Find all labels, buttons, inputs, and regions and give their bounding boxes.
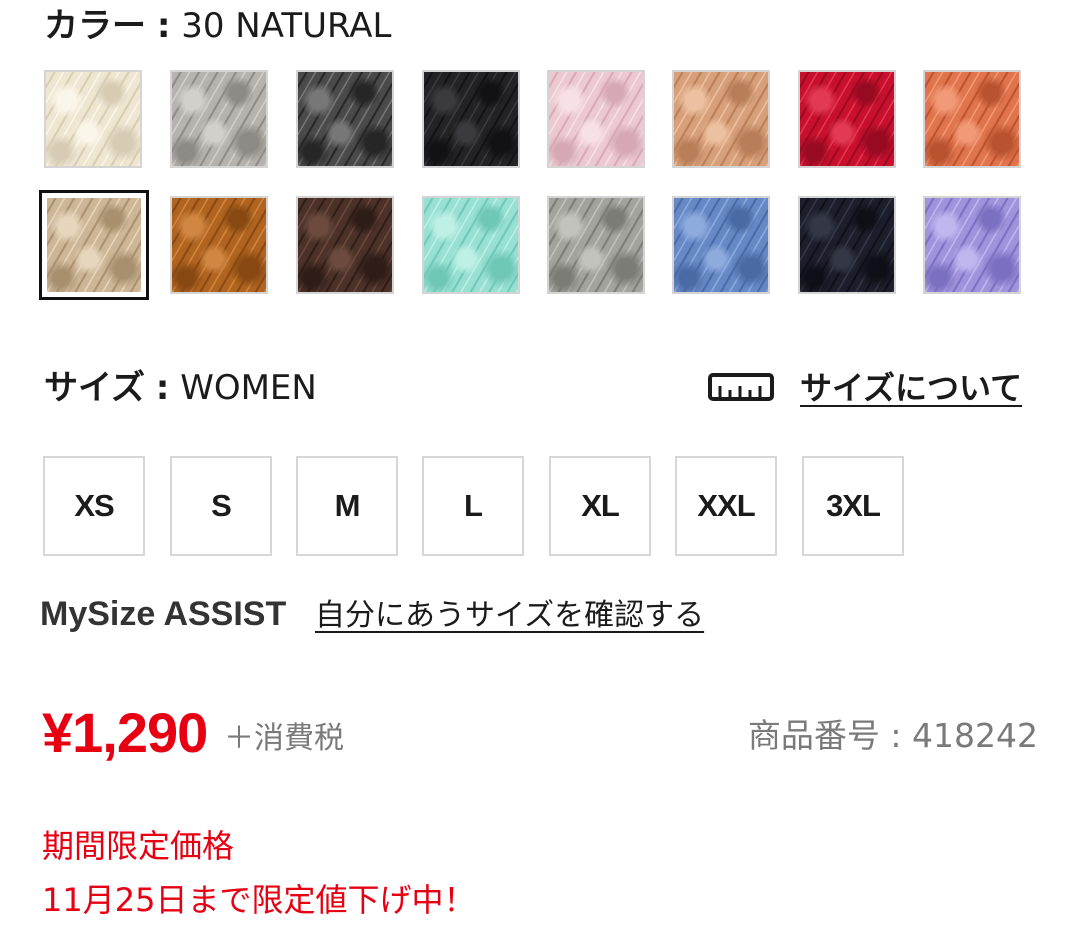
product-number: 商品番号 : 418242 (747, 716, 1038, 755)
promo-label: 期間限定価格 (42, 827, 235, 865)
color-swatch[interactable] (422, 196, 520, 294)
size-option-3xl[interactable]: 3XL (802, 456, 904, 556)
color-swatch[interactable] (923, 196, 1021, 294)
mysize-assist-link[interactable]: 自分にあうサイズを確認する (315, 597, 704, 635)
ruler-icon[interactable] (708, 372, 774, 402)
tax-note: ＋消費税 (224, 721, 344, 756)
size-guide-link[interactable]: サイズについて (800, 368, 1022, 408)
size-label: サイズ (44, 368, 145, 408)
size-option-l[interactable]: L (422, 456, 524, 556)
size-option-s[interactable]: S (170, 456, 272, 556)
color-swatch[interactable] (547, 196, 645, 294)
color-swatch[interactable] (44, 70, 142, 168)
size-heading: サイズ : WOMEN (44, 368, 317, 408)
size-option-xl[interactable]: XL (549, 456, 651, 556)
color-swatch[interactable] (170, 70, 268, 168)
size-option-label: S (211, 488, 232, 523)
size-option-m[interactable]: M (296, 456, 398, 556)
color-swatch[interactable] (672, 196, 770, 294)
color-swatch[interactable] (547, 70, 645, 168)
price-amount: ¥1,290 (42, 701, 208, 764)
color-swatch[interactable] (422, 70, 520, 168)
color-swatch[interactable] (296, 70, 394, 168)
color-label: カラー (44, 6, 146, 46)
size-option-label: XL (581, 488, 620, 523)
color-swatch[interactable] (798, 70, 896, 168)
color-heading: カラー : 30 NATURAL (44, 6, 391, 46)
color-swatch[interactable] (170, 196, 268, 294)
size-separator: : (155, 368, 170, 408)
color-swatch[interactable] (798, 196, 896, 294)
promo-deadline: 11月25日まで限定値下げ中！ (42, 881, 476, 919)
color-swatch[interactable] (296, 196, 394, 294)
size-option-label: XS (74, 488, 114, 523)
color-swatch-selected[interactable] (39, 190, 149, 300)
size-option-xxl[interactable]: XXL (675, 456, 777, 556)
size-option-label: 3XL (826, 488, 881, 523)
size-option-label: XXL (697, 488, 755, 523)
color-swatch[interactable] (923, 70, 1021, 168)
selected-color-name: 30 NATURAL (181, 6, 392, 46)
color-swatch[interactable] (672, 70, 770, 168)
size-option-label: L (464, 488, 483, 523)
size-option-xs[interactable]: XS (43, 456, 145, 556)
mysize-assist-logo: MySize ASSIST (40, 595, 287, 633)
color-separator: : (156, 6, 171, 46)
selected-size-group: WOMEN (180, 368, 317, 408)
size-option-label: M (334, 488, 361, 523)
